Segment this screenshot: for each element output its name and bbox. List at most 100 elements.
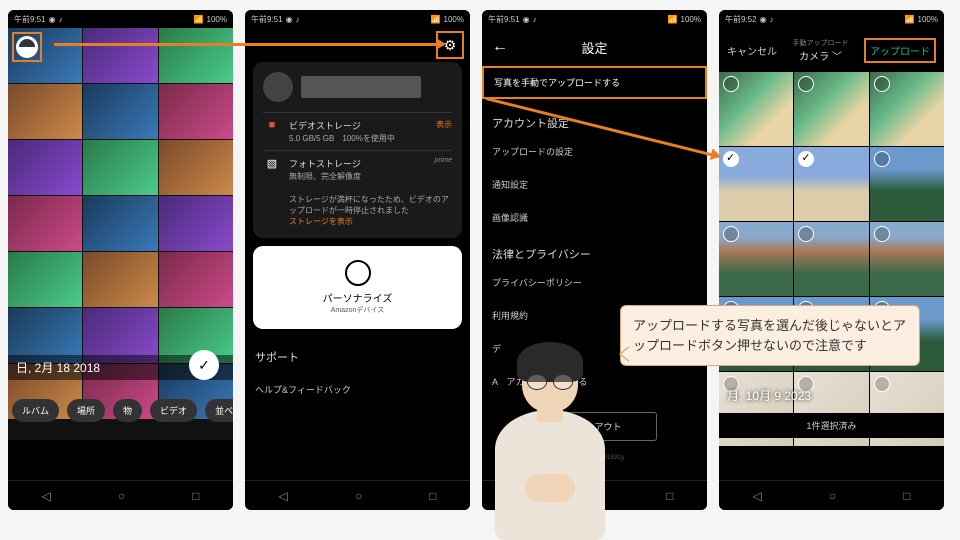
photo-cell[interactable]: [719, 147, 793, 221]
screen-4-picker: 午前9:52◉♪ 📶100% キャンセル 手動アップロード カメラ ﹀ アップロ…: [719, 10, 944, 510]
manual-upload-item[interactable]: 写真を手動でアップロードする: [494, 78, 620, 88]
thumbnail[interactable]: [8, 196, 82, 251]
screen-1-gallery: 午前9:51◉♪ 📶100% 日, 2月 18 2018 ✓ ルバム 場所 物: [8, 10, 233, 510]
settings-title: 設定: [581, 38, 607, 57]
photo-cell[interactable]: [870, 72, 944, 146]
upload-button-highlight: アップロード: [864, 38, 936, 63]
manual-upload-highlight: 写真を手動でアップロードする: [482, 66, 707, 99]
select-circle[interactable]: [798, 76, 814, 92]
fab-check[interactable]: ✓: [189, 350, 219, 380]
time: 午前9:52: [725, 14, 757, 25]
filter-chip-sort[interactable]: 並べ替え: [205, 399, 233, 422]
thumbnail[interactable]: [159, 196, 233, 251]
photo-storage-title: フォトストレージ: [289, 157, 426, 170]
status-bar: 午前9:51◉♪ 📶100%: [482, 10, 707, 28]
photo-cell[interactable]: [719, 222, 793, 296]
source-dropdown[interactable]: カメラ ﹀: [793, 48, 849, 63]
photo-cell[interactable]: [794, 222, 868, 296]
status-bar: 午前9:51◉♪ 📶100%: [245, 10, 470, 28]
thumbnail[interactable]: [159, 28, 233, 83]
video-storage-row[interactable]: ■ ビデオストレージ 5.0 GB/5 GB 100%を使用中 表示: [263, 112, 452, 150]
select-circle[interactable]: [798, 226, 814, 242]
app-icon-highlight: [12, 32, 42, 62]
personalize-card[interactable]: パーソナライズ Amazonデバイス: [253, 246, 462, 329]
nav-recent-icon[interactable]: □: [903, 489, 910, 503]
photo-cell[interactable]: [870, 147, 944, 221]
thumbnail[interactable]: [8, 84, 82, 139]
nav-back-icon[interactable]: ◁: [42, 489, 51, 503]
filter-chip-place[interactable]: 場所: [67, 399, 105, 422]
nav-back-icon[interactable]: ◁: [279, 489, 288, 503]
thumbnail[interactable]: [83, 196, 157, 251]
support-header: サポート: [253, 341, 462, 373]
photo-cell[interactable]: [719, 72, 793, 146]
photo-cell[interactable]: [794, 72, 868, 146]
nav-home-icon[interactable]: ○: [118, 489, 125, 503]
nav-recent-icon[interactable]: □: [192, 489, 199, 503]
photo-storage-detail: 無制限、完全解像度: [289, 171, 426, 182]
avatar: [263, 72, 293, 102]
thumbnail[interactable]: [83, 252, 157, 307]
photo-icon: ▧: [263, 157, 281, 170]
picker-subtitle: 手動アップロード: [793, 38, 849, 48]
status-bar: 午前9:51◉♪ 📶100%: [8, 10, 233, 28]
select-circle[interactable]: [874, 226, 890, 242]
time: 午前9:51: [251, 14, 283, 25]
guide-character: [465, 330, 635, 540]
username-redacted: [301, 76, 421, 98]
account-section-header: アカウント設定: [482, 103, 707, 135]
storage-warning-link[interactable]: ストレージを表示: [289, 217, 353, 226]
nav-home-icon[interactable]: ○: [829, 489, 836, 503]
selection-count: 1件選択済み: [719, 413, 944, 438]
thumbnail[interactable]: [159, 140, 233, 195]
privacy-policy-item[interactable]: プライバシーポリシー: [482, 266, 707, 299]
back-arrow-icon[interactable]: ←: [492, 38, 508, 56]
thumbnail[interactable]: [159, 84, 233, 139]
video-storage-action[interactable]: 表示: [436, 119, 452, 130]
video-storage-detail: 5.0 GB/5 GB 100%を使用中: [289, 133, 428, 144]
image-recognition-item[interactable]: 画像認識: [482, 201, 707, 234]
select-circle[interactable]: [874, 76, 890, 92]
android-navbar: ◁ ○ □: [8, 480, 233, 510]
video-storage-title: ビデオストレージ: [289, 119, 428, 132]
cancel-button[interactable]: キャンセル: [727, 43, 777, 58]
photo-storage-row[interactable]: ▧ フォトストレージ 無制限、完全解像度 prime: [263, 150, 452, 188]
thumbnail[interactable]: [8, 140, 82, 195]
select-circle-checked[interactable]: [798, 151, 814, 167]
nav-recent-icon[interactable]: □: [666, 489, 673, 503]
speech-bubble: アップロードする写真を選んだ後じゃないとアップロードボタン押せないので注意です: [620, 305, 920, 366]
annotation-arrow-1: [54, 43, 444, 46]
amazon-photos-icon[interactable]: [16, 36, 38, 58]
thumbnail[interactable]: [83, 140, 157, 195]
nav-home-icon[interactable]: ○: [355, 489, 362, 503]
android-navbar: ◁ ○ □: [719, 480, 944, 510]
thumbnail[interactable]: [83, 84, 157, 139]
filter-chip-video[interactable]: ビデオ: [150, 399, 197, 422]
video-icon: ■: [263, 119, 281, 131]
battery: 100%: [207, 15, 227, 24]
select-circle[interactable]: [874, 376, 890, 392]
thumbnail[interactable]: [8, 252, 82, 307]
alexa-icon: [345, 260, 371, 286]
thumbnail[interactable]: [83, 28, 157, 83]
select-circle[interactable]: [723, 76, 739, 92]
nav-back-icon[interactable]: ◁: [753, 489, 762, 503]
help-feedback-item[interactable]: ヘルプ&フィードバック: [253, 373, 462, 406]
photo-cell[interactable]: [870, 222, 944, 296]
picker-date-header: 月, 10月 9 2023: [719, 383, 819, 408]
nav-recent-icon[interactable]: □: [429, 489, 436, 503]
personalize-sub: Amazonデバイス: [263, 305, 452, 315]
screen-2-account: 午前9:51◉♪ 📶100% ⚙ ■ ビデオストレージ 5.0 GB/5 GB …: [245, 10, 470, 510]
select-circle[interactable]: [723, 226, 739, 242]
photo-cell[interactable]: [794, 147, 868, 221]
thumbnail[interactable]: [159, 252, 233, 307]
filter-chip-album[interactable]: ルバム: [12, 399, 59, 422]
upload-button[interactable]: アップロード: [870, 47, 930, 58]
android-navbar: ◁ ○ □: [245, 480, 470, 510]
notification-settings-item[interactable]: 通知設定: [482, 168, 707, 201]
filter-chip-thing[interactable]: 物: [113, 399, 142, 422]
select-circle[interactable]: [874, 151, 890, 167]
upload-settings-item[interactable]: アップロードの設定: [482, 135, 707, 168]
filter-row: ルバム 場所 物 ビデオ 並べ替え: [8, 399, 233, 422]
battery: 100%: [681, 15, 701, 24]
